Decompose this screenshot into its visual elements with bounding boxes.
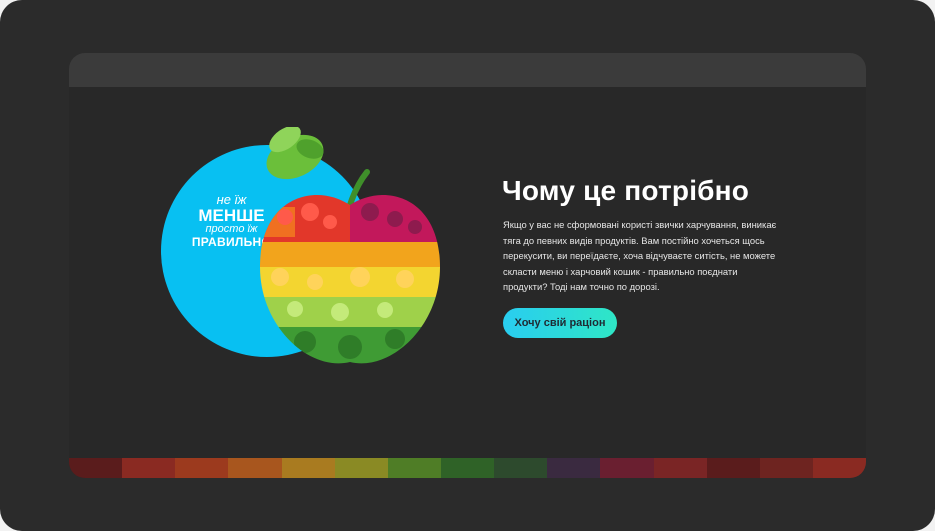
section-title: Чому це потрібно	[502, 175, 750, 206]
vegetable-apple-image	[260, 127, 440, 364]
section-description: Якщо у вас не сформовані користі звички …	[503, 219, 777, 292]
strip-tile	[334, 458, 388, 478]
window-top-bar	[69, 53, 866, 87]
strip-tile	[494, 458, 548, 478]
strip-tile	[547, 458, 601, 478]
strip-tile	[812, 458, 866, 478]
strip-tile	[653, 458, 707, 478]
strip-tile	[759, 458, 813, 478]
strip-tile	[281, 458, 335, 478]
strip-tile	[122, 458, 176, 478]
strip-tile	[175, 458, 229, 478]
browser-window: не їж МЕНШЕ просто їж ПРАВИЛЬНО Чому це …	[69, 53, 866, 478]
why-section: не їж МЕНШЕ просто їж ПРАВИЛЬНО Чому це …	[69, 87, 866, 458]
strip-tile	[706, 458, 760, 478]
strip-tile	[440, 458, 495, 478]
strip-tile	[600, 458, 654, 478]
device-frame: не їж МЕНШЕ просто їж ПРАВИЛЬНО Чому це …	[0, 0, 935, 531]
get-diet-button[interactable]: Хочу свій раціон	[503, 308, 617, 338]
strip-tile	[69, 458, 123, 478]
produce-photo-strip	[69, 458, 866, 478]
strip-tile	[387, 458, 441, 478]
strip-tile	[228, 458, 282, 478]
hero-illustration: не їж МЕНШЕ просто їж ПРАВИЛЬНО	[159, 127, 449, 377]
